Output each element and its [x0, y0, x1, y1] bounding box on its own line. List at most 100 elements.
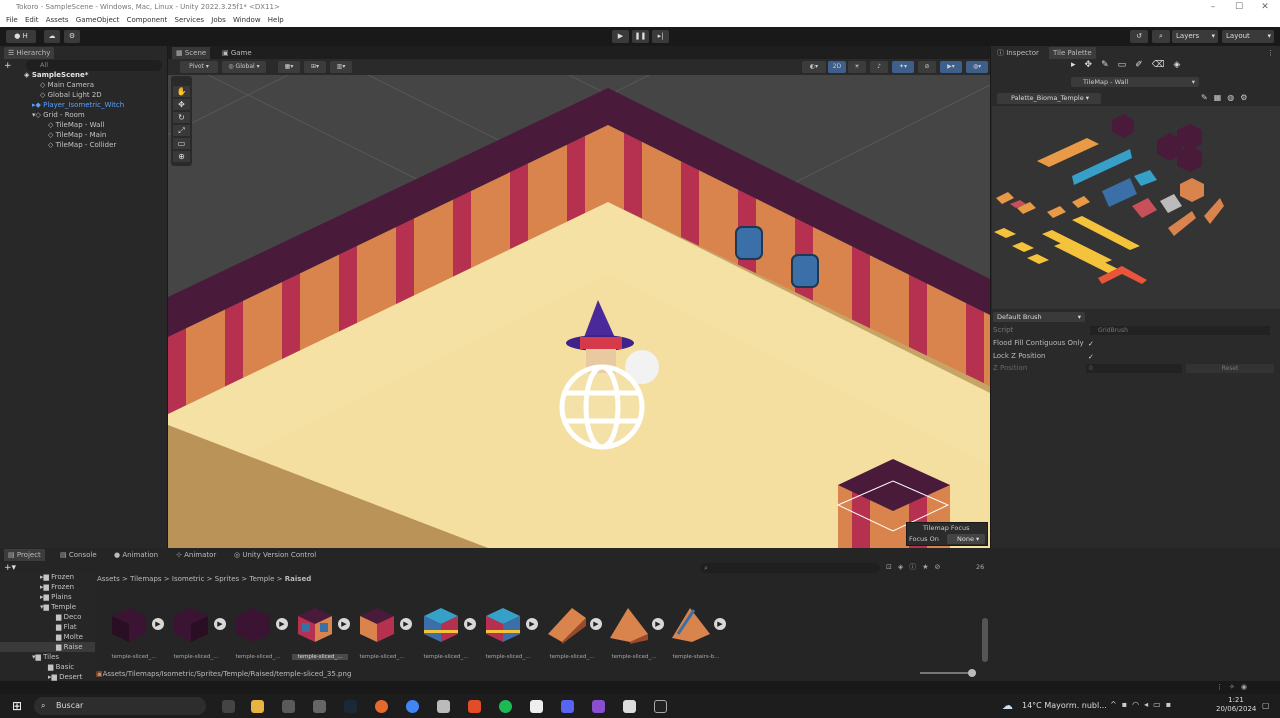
- tab-version-control[interactable]: ◎ Unity Version Control: [230, 549, 320, 561]
- palette-tile[interactable]: [1072, 149, 1132, 185]
- menu-jobs[interactable]: Jobs: [211, 16, 225, 24]
- palette-tile[interactable]: [1102, 178, 1137, 207]
- gizmos-icon[interactable]: ◍▾: [966, 61, 988, 73]
- filter-type-icon[interactable]: ⊡: [886, 563, 898, 571]
- hidden-packages-icon[interactable]: ⊘: [935, 563, 947, 571]
- move-tool-icon[interactable]: ✥: [1085, 60, 1102, 70]
- tab-animator[interactable]: ⊹ Animator: [172, 549, 220, 561]
- rotate-tool-icon[interactable]: ↻: [173, 112, 190, 123]
- transform-tool-icon[interactable]: ⊕: [173, 151, 190, 162]
- steam-icon[interactable]: [344, 700, 357, 713]
- play-icon[interactable]: ▶: [276, 618, 288, 630]
- scale-tool-icon[interactable]: ⤢: [173, 125, 190, 136]
- palette-tile[interactable]: [1134, 170, 1157, 186]
- focus-on-dropdown[interactable]: None ▾: [947, 534, 985, 544]
- asset-item[interactable]: ▶ temple-sliced_...: [106, 604, 164, 662]
- palette-tile[interactable]: [1160, 194, 1182, 213]
- app-icon-2[interactable]: [468, 700, 481, 713]
- hierarchy-tab[interactable]: ☰ Hierarchy: [4, 47, 55, 59]
- calculator-icon[interactable]: [313, 700, 326, 713]
- hierarchy-item-global-light[interactable]: ◇ Global Light 2D: [40, 90, 102, 100]
- tab-game[interactable]: ▣ Game: [218, 47, 256, 59]
- debug-icon[interactable]: ✧: [1229, 683, 1241, 691]
- lighting-icon[interactable]: ☀: [848, 61, 866, 73]
- info-icon[interactable]: ⓘ: [909, 563, 922, 571]
- asset-item[interactable]: ▶ temple-sliced_...: [480, 604, 538, 662]
- palette-tile[interactable]: [1168, 211, 1196, 236]
- language-icon[interactable]: ▪: [1166, 700, 1176, 709]
- task-view-icon[interactable]: [222, 700, 235, 713]
- unity-editor-icon[interactable]: [654, 700, 667, 713]
- palette-tile[interactable]: [1112, 114, 1134, 138]
- spotify-icon[interactable]: [499, 700, 512, 713]
- close-icon[interactable]: ✕: [1252, 0, 1278, 14]
- favorite-icon[interactable]: ★: [922, 563, 934, 571]
- folder-molte[interactable]: ▆ Molte: [56, 632, 83, 642]
- windows-start-icon[interactable]: ⊞: [12, 700, 25, 713]
- active-tilemap-dropdown[interactable]: TileMap - Wall ▾: [1071, 77, 1199, 87]
- layers-dropdown[interactable]: Layers ▾: [1172, 30, 1218, 43]
- tab-console[interactable]: ▤ Console: [56, 549, 101, 561]
- breadcrumb-raised[interactable]: Raised: [285, 575, 311, 583]
- asset-item[interactable]: ▶ temple-sliced_...: [418, 604, 476, 662]
- paint-tool-icon[interactable]: ✎: [1101, 60, 1118, 70]
- move-tool-icon[interactable]: ✥: [173, 99, 190, 110]
- menu-component[interactable]: Component: [127, 16, 168, 24]
- folder-flat[interactable]: ▆ Flat: [56, 622, 77, 632]
- shading-mode-icon[interactable]: ◐▾: [802, 61, 826, 73]
- asset-item[interactable]: ▶ temple-sliced_...: [544, 604, 602, 662]
- search-icon[interactable]: ⌕: [1152, 30, 1170, 43]
- palette-floor-tiles[interactable]: [994, 216, 1140, 275]
- hierarchy-item-grid-room[interactable]: ▾◇ Grid - Room: [32, 110, 85, 120]
- palette-dropdown[interactable]: Palette_Bioma_Temple ▾: [997, 93, 1101, 104]
- play-icon[interactable]: ▶: [714, 618, 726, 630]
- cloud-icon[interactable]: ☁: [44, 30, 60, 43]
- palette-tiles[interactable]: [992, 106, 1280, 309]
- menu-gameobject[interactable]: GameObject: [76, 16, 120, 24]
- play-icon[interactable]: ▶: [338, 618, 350, 630]
- tray-app-icon[interactable]: ▪: [1122, 700, 1132, 709]
- scene-canvas[interactable]: [168, 75, 990, 548]
- account-button[interactable]: ● H: [6, 30, 36, 43]
- grid-visibility-icon[interactable]: ▥▾: [330, 61, 352, 73]
- play-icon[interactable]: ▶: [464, 618, 476, 630]
- asset-item[interactable]: ▶ temple-sliced_...: [606, 604, 664, 662]
- palette-tile[interactable]: [1180, 178, 1204, 202]
- fill-tool-icon[interactable]: ◈: [1173, 60, 1189, 70]
- hierarchy-item-tilemap-main[interactable]: ◇ TileMap - Main: [48, 130, 106, 140]
- palette-preview[interactable]: [992, 106, 1280, 309]
- increment-snap-icon[interactable]: ⊞▾: [304, 61, 326, 73]
- settings-icon[interactable]: ⚙: [64, 30, 80, 43]
- asset-item[interactable]: ▶ temple-sliced_...: [354, 604, 412, 662]
- play-icon[interactable]: ▶: [214, 618, 226, 630]
- breadcrumb-sprites[interactable]: Sprites: [215, 575, 239, 583]
- play-icon[interactable]: ▶: [590, 618, 602, 630]
- network-icon[interactable]: ◠: [1132, 700, 1144, 709]
- folder-plains[interactable]: ▸▆ Plains: [40, 592, 72, 602]
- edit-palette-icon[interactable]: ✎: [1201, 93, 1214, 102]
- visual-studio-icon[interactable]: [592, 700, 605, 713]
- store-icon[interactable]: [282, 700, 295, 713]
- hidden-objects-icon[interactable]: ⊘: [918, 61, 936, 73]
- effects-icon[interactable]: ✦▾: [892, 61, 914, 73]
- notes-icon[interactable]: [623, 700, 636, 713]
- volume-icon[interactable]: ◂: [1144, 700, 1153, 709]
- folder-tiles[interactable]: ▾▆ Tiles: [32, 652, 59, 662]
- play-icon[interactable]: ▶: [652, 618, 664, 630]
- flood-fill-checkbox[interactable]: ✓: [1088, 340, 1096, 348]
- play-button[interactable]: ▶: [612, 30, 629, 43]
- palette-tile[interactable]: [1204, 198, 1224, 224]
- globe-gizmo-icon[interactable]: [559, 364, 645, 450]
- folder-frozen-2[interactable]: ▸▆ Frozen: [40, 582, 74, 592]
- menu-edit[interactable]: Edit: [25, 16, 39, 24]
- audio-icon[interactable]: ♪: [870, 61, 888, 73]
- play-icon[interactable]: ▶: [526, 618, 538, 630]
- breadcrumb-temple[interactable]: Temple: [250, 575, 275, 583]
- brush-dropdown[interactable]: Default Brush ▾: [993, 312, 1085, 322]
- add-icon[interactable]: +: [4, 61, 18, 71]
- erase-tool-icon[interactable]: ⌫: [1152, 60, 1174, 70]
- reset-button[interactable]: Reset: [1186, 364, 1274, 373]
- hierarchy-item-tilemap-wall[interactable]: ◇ TileMap - Wall: [48, 120, 104, 130]
- tab-animation[interactable]: ● Animation: [110, 549, 162, 561]
- pivot-dropdown[interactable]: Pivot ▾: [180, 61, 218, 73]
